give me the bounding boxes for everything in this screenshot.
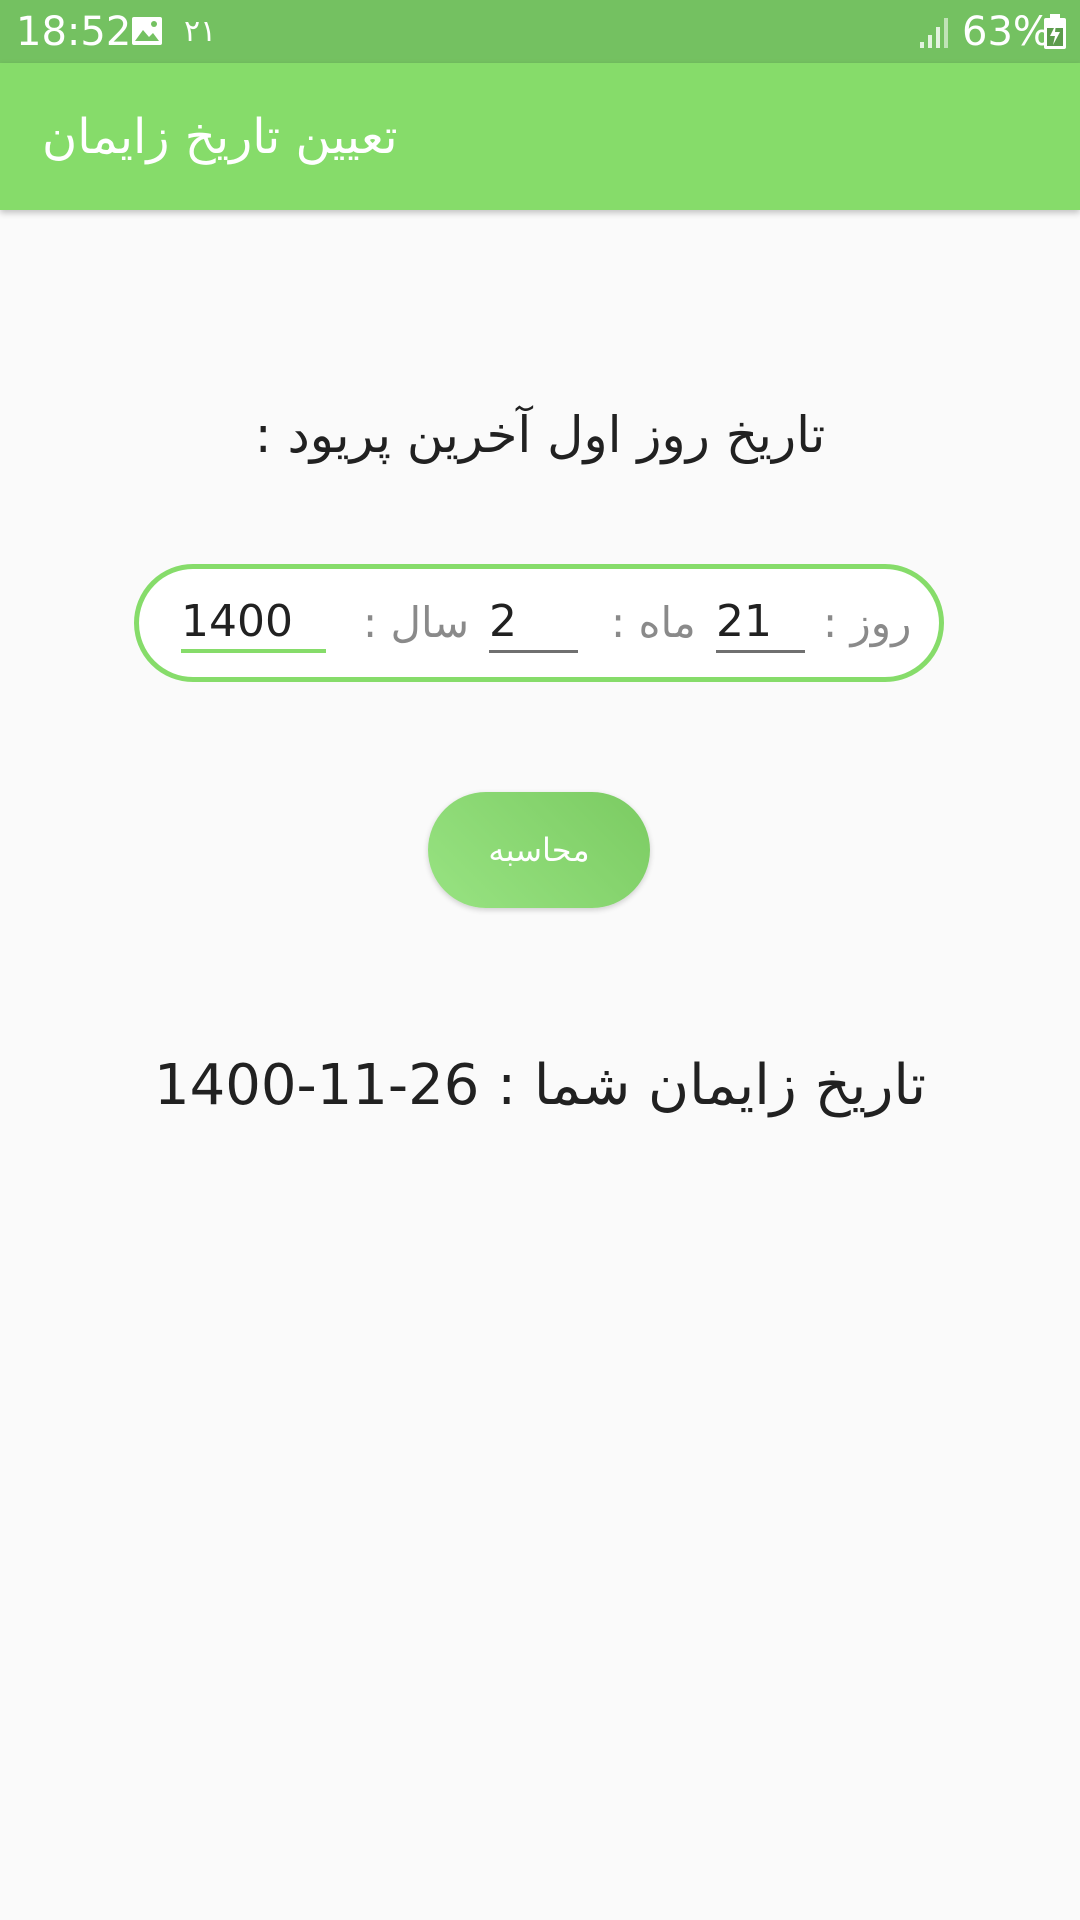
- period-date-prompt: تاریخ روز اول آخرین پریود :: [254, 406, 826, 464]
- notification-count: ۲۱: [184, 14, 217, 49]
- signal-icon: [920, 18, 948, 48]
- app-bar: تعیین تاریخ زایمان: [0, 63, 1080, 210]
- day-label: روز :: [823, 598, 912, 647]
- due-date-result: تاریخ زایمان شما : 1400-11-26: [0, 1048, 1080, 1124]
- gallery-icon: [132, 17, 162, 45]
- clock: 18:52: [16, 9, 132, 55]
- app-title: تعیین تاریخ زایمان: [42, 109, 398, 165]
- status-bar: 18:52 ۲۱ 63%: [0, 0, 1080, 63]
- year-label: سال :: [363, 598, 470, 647]
- due-date-value: 1400-11-26: [153, 1053, 480, 1118]
- calculate-button[interactable]: محاسبه: [428, 792, 650, 908]
- battery-percent: 63%: [962, 9, 1051, 55]
- year-input[interactable]: [181, 593, 326, 653]
- month-input[interactable]: [489, 593, 578, 653]
- date-input-box: روز : ماه : سال :: [134, 564, 944, 682]
- battery-icon: [1044, 14, 1066, 49]
- month-label: ماه :: [611, 598, 696, 647]
- day-input[interactable]: [716, 593, 805, 653]
- due-date-label: تاریخ زایمان شما :: [497, 1053, 927, 1118]
